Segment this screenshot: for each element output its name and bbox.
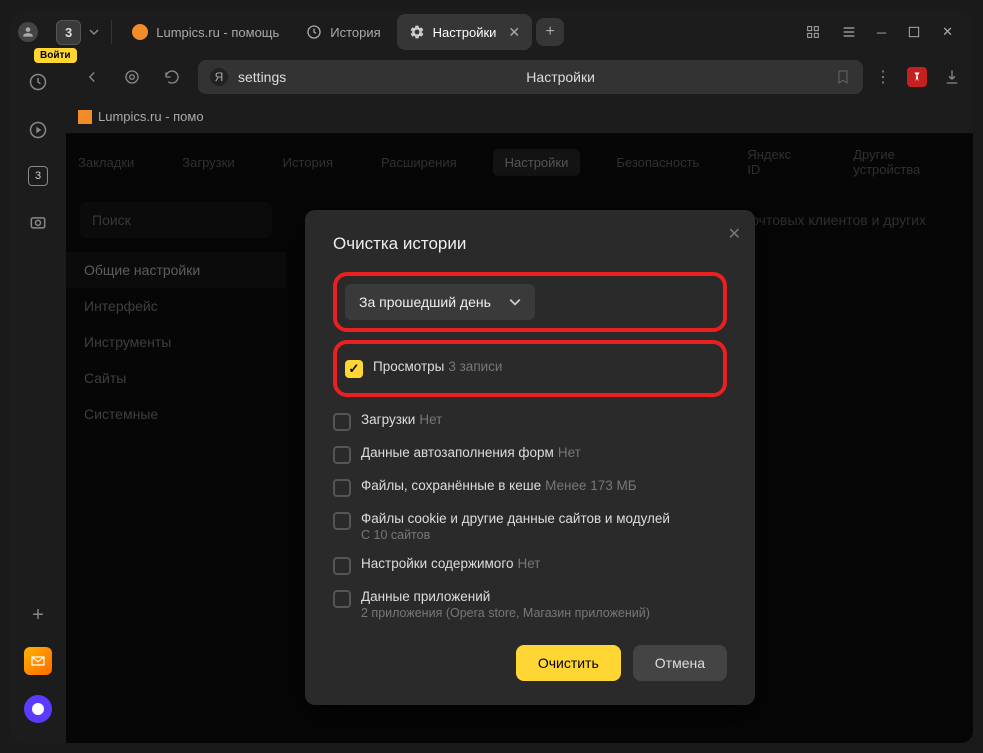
close-icon[interactable]: ✕ <box>508 24 520 41</box>
favicon-icon <box>132 24 148 40</box>
tab-title: Настройки <box>433 25 497 40</box>
check-label: Данные приложений <box>361 589 490 604</box>
check-sub: 2 приложения (Opera store, Магазин прило… <box>361 606 650 620</box>
download-icon[interactable] <box>943 68 961 86</box>
checkbox-views[interactable] <box>345 360 363 378</box>
cancel-button[interactable]: Отмена <box>633 645 727 681</box>
window-controls: ─ ✕ <box>805 24 965 40</box>
omnibox[interactable]: Я settings Настройки <box>198 60 863 94</box>
close-window-icon[interactable]: ✕ <box>942 24 953 40</box>
checkbox-app-data[interactable] <box>333 590 351 608</box>
bookmark-label: Lumpics.ru - помо <box>98 109 204 124</box>
dropdown-value: За прошедший день <box>359 294 491 310</box>
menu-icon[interactable] <box>841 24 857 40</box>
checkbox-downloads[interactable] <box>333 413 351 431</box>
check-label: Загрузки <box>361 412 415 427</box>
app-sidebar: 3 + <box>10 54 66 743</box>
clear-button[interactable]: Очистить <box>516 645 621 681</box>
tab-count-button[interactable]: 3 <box>56 20 81 45</box>
url-text: settings <box>238 69 286 85</box>
bookmark-icon[interactable] <box>835 69 851 85</box>
checkbox-autofill[interactable] <box>333 446 351 464</box>
tab-history[interactable]: История <box>294 14 392 50</box>
check-label: Файлы cookie и другие данные сайтов и мо… <box>361 511 670 526</box>
modal-close-button[interactable]: ✕ <box>728 224 741 244</box>
gear-icon <box>409 24 425 40</box>
highlight-views: Просмотры 3 записи <box>333 340 727 397</box>
check-row-content-settings[interactable]: Настройки содержимого Нет <box>333 549 727 582</box>
check-meta: 3 записи <box>448 359 502 374</box>
check-label: Файлы, сохранённые в кеше <box>361 478 541 493</box>
tab-settings[interactable]: Настройки ✕ <box>397 14 532 50</box>
bookmarks-bar: Lumpics.ru - помо <box>66 100 973 134</box>
modal-title: Очистка истории <box>333 234 727 254</box>
play-sidebar-icon[interactable] <box>26 118 50 142</box>
screenshot-sidebar-icon[interactable] <box>26 210 50 234</box>
page-title-text: Настройки <box>296 69 825 85</box>
profile-button[interactable] <box>18 22 38 42</box>
clock-icon <box>306 24 322 40</box>
divider <box>111 20 112 44</box>
clear-history-modal: ✕ Очистка истории За прошедший день Прос… <box>305 210 755 705</box>
checkbox-cookies[interactable] <box>333 512 351 530</box>
check-meta: Нет <box>558 445 581 460</box>
checkbox-cache[interactable] <box>333 479 351 497</box>
browser-window: Войти 3 Lumpics.ru - помощь История Наст… <box>10 10 973 743</box>
more-icon[interactable]: ⋮ <box>875 67 891 87</box>
check-row-downloads[interactable]: Загрузки Нет <box>333 405 727 438</box>
bookmark-item[interactable]: Lumpics.ru - помо <box>78 109 204 124</box>
title-bar: Войти 3 Lumpics.ru - помощь История Наст… <box>10 10 973 54</box>
check-row-views[interactable]: Просмотры 3 записи <box>345 352 715 385</box>
checkbox-content-settings[interactable] <box>333 557 351 575</box>
check-meta: Менее 173 МБ <box>545 478 637 493</box>
tab-count-sidebar[interactable]: 3 <box>28 166 48 186</box>
check-label: Настройки содержимого <box>361 556 513 571</box>
address-bar: Я settings Настройки ⋮ <box>66 54 973 100</box>
check-label: Просмотры <box>373 359 444 374</box>
check-meta: Нет <box>419 412 442 427</box>
tab-dropdown-icon[interactable] <box>85 27 103 37</box>
home-button[interactable] <box>118 63 146 91</box>
chevron-down-icon <box>509 296 521 308</box>
time-range-dropdown[interactable]: За прошедший день <box>345 284 535 320</box>
favicon-icon <box>78 110 92 124</box>
check-sub: С 10 сайтов <box>361 528 670 542</box>
maximize-icon[interactable] <box>906 24 922 40</box>
tab-title: История <box>330 25 380 40</box>
avatar-icon <box>18 22 38 42</box>
check-row-cookies[interactable]: Файлы cookie и другие данные сайтов и мо… <box>333 504 727 549</box>
check-label: Данные автозаполнения форм <box>361 445 554 460</box>
check-row-autofill[interactable]: Данные автозаполнения форм Нет <box>333 438 727 471</box>
check-row-app-data[interactable]: Данные приложений 2 приложения (Opera st… <box>333 582 727 627</box>
tab-title: Lumpics.ru - помощь <box>156 25 279 40</box>
tab-lumpics[interactable]: Lumpics.ru - помощь <box>120 14 290 50</box>
login-badge[interactable]: Войти <box>34 48 77 63</box>
back-button[interactable] <box>78 63 106 91</box>
minimize-icon[interactable]: ─ <box>877 25 886 40</box>
history-sidebar-icon[interactable] <box>26 70 50 94</box>
adblock-icon[interactable] <box>907 67 927 87</box>
alice-sidebar-icon[interactable] <box>24 695 52 723</box>
reload-button[interactable] <box>158 63 186 91</box>
check-meta: Нет <box>517 556 540 571</box>
collections-icon[interactable] <box>805 24 821 40</box>
mail-sidebar-icon[interactable] <box>24 647 52 675</box>
new-tab-button[interactable]: + <box>536 18 564 46</box>
search-provider-icon: Я <box>210 68 228 86</box>
highlight-range: За прошедший день <box>333 272 727 332</box>
add-sidebar-button[interactable]: + <box>32 604 44 627</box>
check-row-cache[interactable]: Файлы, сохранённые в кеше Менее 173 МБ <box>333 471 727 504</box>
modal-actions: Очистить Отмена <box>333 645 727 681</box>
